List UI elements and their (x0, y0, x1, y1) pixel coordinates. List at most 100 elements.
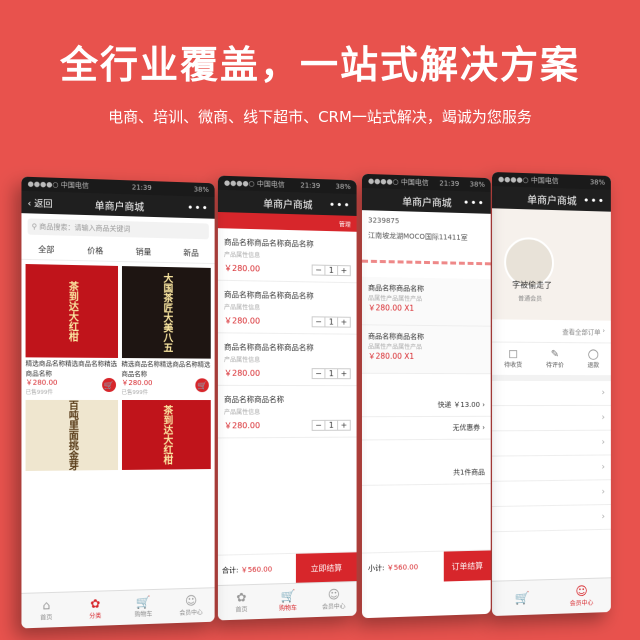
home-icon: ✿ (236, 590, 247, 605)
product-card[interactable]: 大国茶匠大美八五 精选商品名称精选商品名称精选商品名称 ￥280.00 已售99… (121, 266, 211, 396)
item-attr: 产品属性信息 (223, 356, 261, 364)
more-icon[interactable]: ••• (463, 196, 485, 210)
menu-row[interactable]: › (492, 380, 611, 407)
product-image: 百吨里面挑金芽 (25, 399, 118, 471)
page-title: 单商户商城 (94, 200, 145, 214)
comment-icon: ✎ (550, 348, 560, 361)
product-image: 茶到达大红柑 (121, 400, 211, 470)
user-icon: ☺ (575, 583, 588, 599)
clock: 21:39 (131, 183, 152, 193)
phone-member: ●●●●○ 中国电信 38% 单商户商城 ••• 字被偷走了 普通会员 查看全部订… (492, 171, 611, 617)
submit-order-button[interactable]: 订单结算 (443, 550, 491, 582)
menu-row[interactable]: › (492, 480, 611, 508)
order-state-review[interactable]: ✎ 待评价 (546, 349, 564, 369)
product-card[interactable]: 茶到达大红柑 (121, 400, 211, 470)
more-icon[interactable]: ••• (329, 198, 351, 212)
tab-cart[interactable]: 🛒 (492, 580, 552, 616)
tab-bar: ✿ 首页 🛒 购物车 ☺ 会员中心 (217, 581, 357, 621)
product-card[interactable]: 茶到达大红柑 精选商品名称精选商品名称精选商品名称 ￥280.00 已售999件… (25, 263, 118, 396)
order-bar: 小计: ￥560.00 订单结算 (361, 549, 491, 584)
filter-all[interactable]: 全部 (38, 244, 54, 256)
tab-home[interactable]: ⌂ 首页 (21, 592, 70, 628)
coupon-row[interactable]: 无优惠券 › (361, 416, 491, 441)
home-icon: ⌂ (42, 598, 51, 613)
cart-total: 合计: ￥560.00 (221, 565, 273, 575)
category-icon: ✿ (90, 596, 101, 611)
tab-home[interactable]: ✿ 首页 (218, 585, 265, 621)
member-level: 普通会员 (518, 295, 543, 303)
tab-member[interactable]: ☺ 会员中心 (552, 578, 611, 614)
menu-row[interactable]: › (492, 504, 611, 533)
phone-cart: ●●●●○ 中国电信 21:39 38% 单商户商城 ••• 管理 商品名称商品名称… (217, 175, 357, 621)
phone-product-list: ●●●●○ 中国电信 21:39 38% ‹ 返回 单商户商城 ••• ⚲ 商品… (21, 176, 215, 629)
more-icon[interactable]: ••• (187, 201, 209, 215)
checkout-button[interactable]: 立即结算 (295, 552, 357, 584)
shipping-address[interactable]: 3239875 江南坡龙湖MOCO国际11411室 (361, 210, 491, 266)
quantity-stepper[interactable]: −1 + (311, 419, 351, 431)
order-item: 商品名称商品名称 品属性产品属性产品 ￥280.00 X1 (361, 325, 491, 375)
tab-bar: 🛒 ☺ 会员中心 (492, 577, 611, 617)
nav-bar: 单商户商城 ••• (361, 187, 491, 214)
refund-icon: ◯ (587, 349, 599, 361)
tab-member[interactable]: ☺ 会员中心 (311, 582, 357, 617)
box-icon: □ (508, 348, 518, 360)
address-text: 江南坡龙湖MOCO国际11411室 (368, 231, 468, 242)
menu-row[interactable]: › (492, 405, 611, 432)
quantity-stepper[interactable]: −1 + (311, 368, 351, 380)
filter-new[interactable]: 新品 (183, 248, 198, 259)
nav-bar: 单商户商城 ••• (217, 189, 357, 216)
phone-order: ●●●●○ 中国电信 21:39 38% 单商户商城 ••• 3239875 江南坡… (361, 173, 491, 619)
item-attr: 产品属性信息 (223, 304, 261, 312)
cart-item: 商品名称商品名称商品名称 产品属性信息 ￥280.00 −1 + (217, 228, 357, 284)
cart-icon[interactable]: 🛒 (195, 378, 209, 393)
plus-icon: + (340, 317, 348, 327)
tab-bar: ⌂ 首页 ✿ 分类 🛒 购物车 ☺ 会员中心 (21, 587, 215, 629)
cart-item: 商品名称商品名称商品名称 产品属性信息 ￥280.00 −1 + (217, 280, 357, 335)
user-icon: ☺ (185, 593, 198, 608)
promo-stage: 全行业覆盖，一站式解决方案 电商、培训、微商、线下超市、CRM一站式解决，竭诚为… (0, 0, 640, 640)
product-image: 大国茶匠大美八五 (121, 266, 211, 359)
item-name: 商品名称商品名称 (223, 394, 285, 405)
subline: 电商、培训、微商、线下超市、CRM一站式解决，竭诚为您服务 (108, 108, 532, 126)
cart-icon: 🛒 (136, 595, 151, 610)
count-row: 共1件商品 (361, 461, 491, 486)
nickname: 字被偷走了 (512, 280, 552, 290)
order-status-row: □ 待收货 ✎ 待评价 ◯ 退款 (492, 342, 611, 382)
cart-icon: 🛒 (280, 588, 296, 604)
tab-cart[interactable]: 🛒 购物车 (120, 590, 168, 625)
page-title: 单商户商城 (402, 196, 452, 210)
filter-sales[interactable]: 销量 (136, 246, 152, 257)
product-name: 精选商品名称精选商品名称精选商品名称 (121, 360, 211, 379)
quantity-stepper[interactable]: −1 + (311, 264, 351, 277)
product-grid: 茶到达大红柑 精选商品名称精选商品名称精选商品名称 ￥280.00 已售999件… (21, 260, 214, 475)
contact-phone: 3239875 (368, 216, 400, 226)
more-icon[interactable]: ••• (583, 193, 605, 207)
order-state-refund[interactable]: ◯ 退款 (587, 349, 599, 369)
minus-icon: − (312, 265, 326, 275)
shipping-row[interactable]: 快递 ￥13.00 › (361, 393, 491, 418)
quantity-stepper[interactable]: −1 + (311, 316, 351, 328)
product-name: 精选商品名称精选商品名称精选商品名称 (25, 359, 118, 378)
search-icon: ⚲ (31, 222, 40, 231)
back-button[interactable]: ‹ 返回 (28, 196, 53, 210)
menu-row[interactable]: › (492, 455, 611, 482)
menu-row[interactable]: › (492, 430, 611, 457)
carrier: ●●●●○ 中国电信 (27, 179, 89, 190)
cart-icon[interactable]: 🛒 (101, 377, 116, 392)
user-icon: ☺ (327, 587, 340, 602)
item-attr: 产品属性信息 (223, 251, 261, 260)
tab-cart[interactable]: 🛒 购物车 (265, 583, 311, 618)
order-item: 商品名称商品名称 品属性产品属性产品 ￥280.00 X1 (361, 276, 491, 327)
tab-member[interactable]: ☺ 会员中心 (167, 588, 214, 623)
all-orders-link[interactable]: 查看全部订单 › (492, 319, 611, 344)
plus-icon: + (340, 369, 348, 379)
headline: 全行业覆盖，一站式解决方案 (59, 43, 580, 87)
tab-category[interactable]: ✿ 分类 (71, 591, 120, 627)
profile-header: 字被偷走了 普通会员 (492, 208, 611, 321)
cart-icon: 🛒 (514, 590, 530, 605)
search-input[interactable]: ⚲ 商品搜索：请输入商品关键词 (27, 218, 209, 240)
product-card[interactable]: 百吨里面挑金芽 (25, 399, 118, 471)
order-state-receive[interactable]: □ 待收货 (504, 349, 522, 369)
battery: 38% (193, 185, 209, 194)
filter-price[interactable]: 价格 (87, 245, 103, 256)
